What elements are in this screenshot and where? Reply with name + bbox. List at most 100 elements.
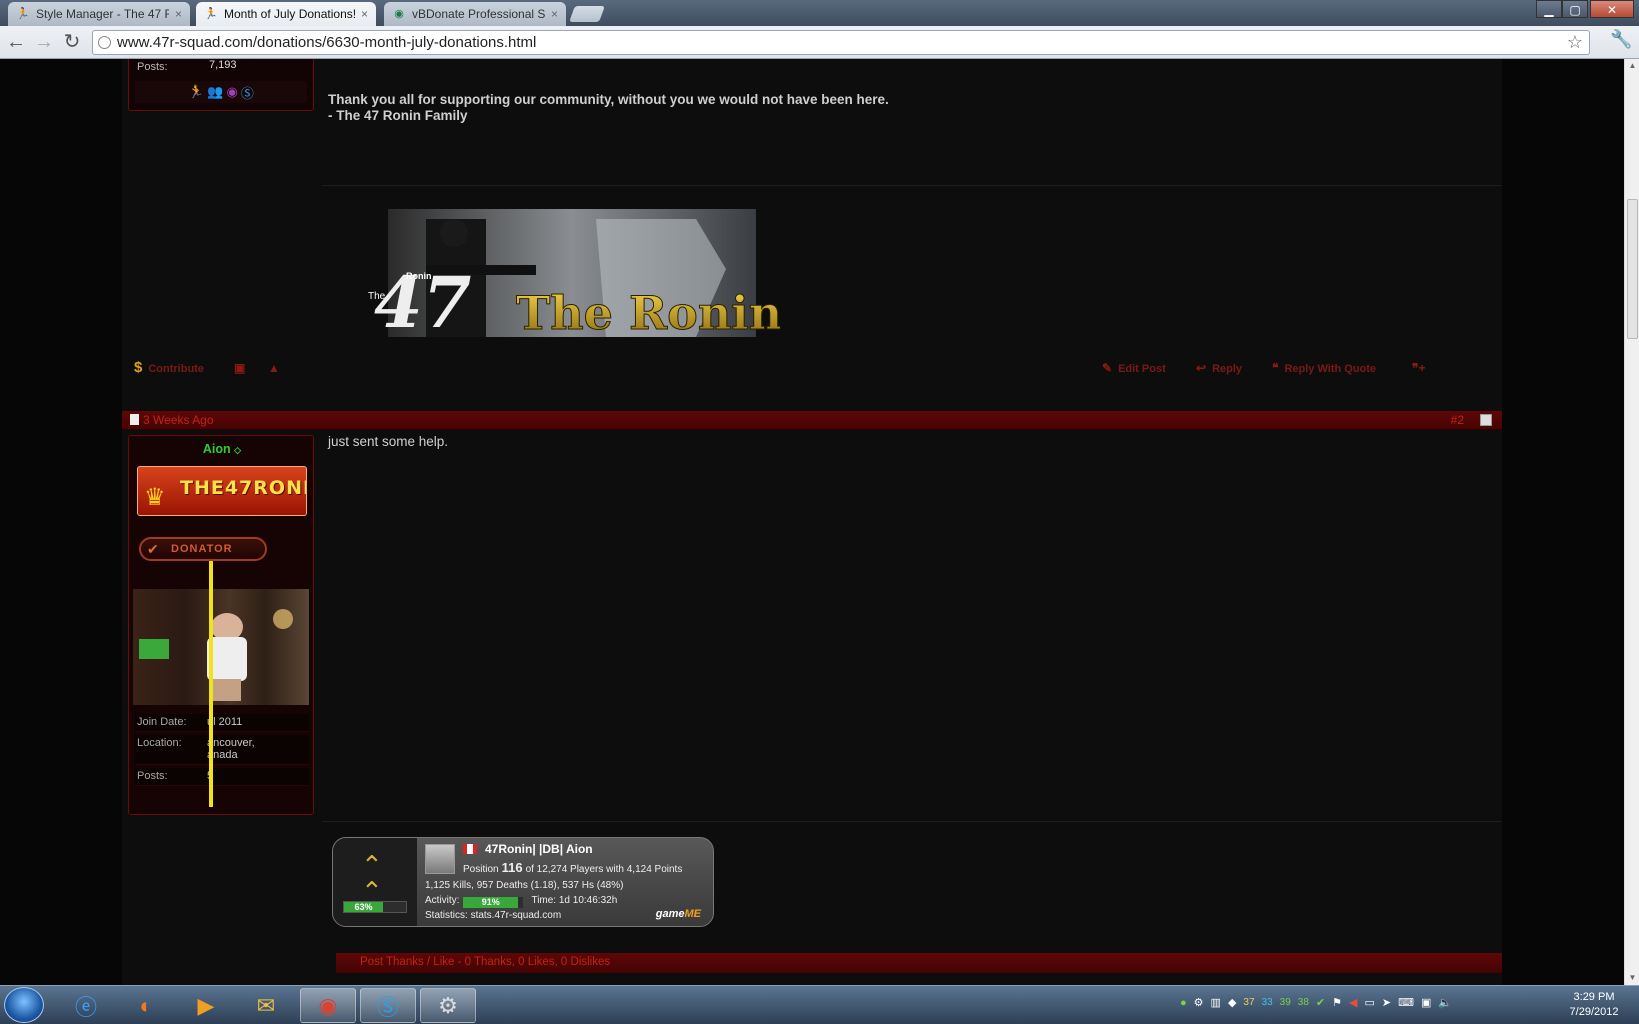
reply-with-quote-label: Reply With Quote bbox=[1284, 363, 1377, 375]
print-button[interactable]: ▣ bbox=[234, 361, 251, 375]
location-label: Location: bbox=[137, 737, 182, 749]
activity-label: Activity: bbox=[425, 895, 460, 906]
tray-temp-3: 39 bbox=[1279, 997, 1291, 1008]
tray-temp-1: 37 bbox=[1243, 997, 1255, 1008]
rank-progress-fill: 63% bbox=[344, 902, 384, 912]
activity-line: Activity: 91% Time: 1d 10:46:32h bbox=[425, 895, 617, 908]
system-tray: ● ⚙ ▥ ◆ 37 33 39 38 ✔ ⚑ ◀ ▭ ➤ ⌨ ▣ 🔈 bbox=[1180, 996, 1452, 1010]
tray-arrow-icon[interactable]: ➤ bbox=[1382, 996, 1391, 1009]
skype-icon[interactable]: Ⓢ bbox=[360, 988, 416, 1023]
scroll-thumb[interactable] bbox=[1627, 199, 1638, 339]
media-player-icon[interactable]: ▶ bbox=[178, 988, 234, 1023]
inline-moderation-checkbox[interactable] bbox=[1480, 414, 1492, 426]
yellow-annotation-line bbox=[209, 561, 213, 807]
tray-app-icon[interactable]: ◆ bbox=[1228, 996, 1236, 1009]
thread-content: Posts: 7,193 🏃 👥 ◉ Ⓢ Thank you all for s… bbox=[122, 59, 1502, 985]
wrench-menu-icon[interactable]: 🔧 bbox=[1610, 29, 1632, 50]
new-tab-button[interactable] bbox=[569, 6, 605, 22]
statistics-link[interactable]: Statistics: stats.47r-squad.com bbox=[425, 910, 561, 921]
user-info-table: Join Date: ul 2011 Location: ancouver, a… bbox=[135, 714, 309, 789]
minimize-button[interactable]: ▁ bbox=[1536, 0, 1562, 18]
tab-month-of-july-donations[interactable]: 🏃 Month of July Donations! × bbox=[196, 2, 376, 26]
internet-explorer-icon[interactable]: ⓔ bbox=[58, 988, 114, 1023]
donator-badge: ✔ DONATOR bbox=[139, 537, 267, 561]
vbdonate-favicon-icon: ◉ bbox=[394, 8, 404, 20]
position-line: Position 116 of 12,274 Players with 4,124 … bbox=[463, 860, 682, 875]
donator-label: DONATOR bbox=[171, 543, 233, 555]
tray-temp-4: 38 bbox=[1297, 997, 1309, 1008]
steam-icon[interactable]: ⚙ bbox=[420, 988, 476, 1023]
reload-icon[interactable]: ↻ bbox=[60, 31, 84, 55]
username-link[interactable]: Aion ◇ bbox=[129, 442, 315, 456]
chrome-icon[interactable]: ◉ bbox=[300, 988, 356, 1023]
location-value: ancouver, anada bbox=[207, 737, 255, 761]
tray-speaker-muted-icon[interactable]: ◀ bbox=[1349, 996, 1357, 1009]
activity-bar: 91% bbox=[463, 897, 524, 908]
scroll-down-arrow-icon[interactable]: ▼ bbox=[1625, 971, 1639, 985]
tray-chat-icon[interactable]: ▭ bbox=[1364, 996, 1374, 1009]
avatar-lamp bbox=[273, 609, 293, 629]
volume-icon[interactable]: 🔈 bbox=[1438, 996, 1452, 1009]
tab-style-manager[interactable]: 🏃 Style Manager - The 47 Ro × bbox=[8, 2, 190, 26]
posts-label: Posts: bbox=[137, 61, 168, 73]
canada-flag-icon bbox=[463, 844, 477, 854]
reply-with-quote-button[interactable]: ❝ Reply With Quote bbox=[1272, 361, 1376, 375]
close-window-button[interactable]: ✕ bbox=[1590, 0, 1634, 18]
posts-value: 7,193 bbox=[209, 59, 237, 71]
tray-check-icon[interactable]: ✔ bbox=[1316, 996, 1325, 1009]
post2-userinfo: Aion ◇ ♛ THE47RONIN ✔ DONATOR Join Date:… bbox=[128, 435, 314, 815]
bookmark-star-icon[interactable]: ☆ bbox=[1567, 31, 1583, 54]
url-text: www.47r-squad.com/donations/6630-month-j… bbox=[117, 34, 537, 51]
tab-title: Month of July Donations! bbox=[224, 7, 355, 21]
thanks-like-text: Post Thanks / Like - 0 Thanks, 0 Likes, … bbox=[360, 956, 611, 968]
quote-icon: ❝ bbox=[1272, 361, 1279, 375]
post2-header: 3 Weeks Ago #2 bbox=[122, 411, 1502, 430]
posts-label: Posts: bbox=[137, 770, 168, 782]
print-icon: ▣ bbox=[234, 361, 246, 375]
post-date-text: 3 Weeks Ago bbox=[143, 413, 214, 427]
location-row: Location: ancouver, anada bbox=[135, 735, 309, 765]
47-ronin-banner: 47 The Ronin The Ronin bbox=[368, 209, 780, 343]
users-icon[interactable]: 👥 bbox=[207, 84, 223, 100]
action-center-flag-icon[interactable]: ⚑ bbox=[1332, 996, 1342, 1009]
online-status-icon[interactable]: 🏃 bbox=[188, 84, 204, 100]
tray-network-icon[interactable]: ▥ bbox=[1211, 996, 1221, 1009]
outlook-icon[interactable]: ✉ bbox=[238, 988, 294, 1023]
address-bar[interactable]: www.47r-squad.com/donations/6630-month-j… bbox=[92, 30, 1590, 55]
user-avatar[interactable] bbox=[133, 589, 309, 705]
page-scrollbar[interactable]: ▲ ▼ bbox=[1624, 59, 1639, 985]
skype-icon[interactable]: Ⓢ bbox=[241, 83, 254, 102]
start-button[interactable] bbox=[4, 987, 44, 1023]
posts-value: 5 bbox=[207, 768, 309, 785]
scroll-up-arrow-icon[interactable]: ▲ bbox=[1625, 59, 1639, 73]
gameme-stats-card[interactable]: ⌃ ⌃ 63% 47Ronin| |DB| Aion Position 116 of … bbox=[332, 837, 714, 927]
back-arrow-icon[interactable]: ← bbox=[4, 31, 28, 55]
firefox-icon[interactable]: ◐ bbox=[118, 988, 174, 1023]
globe-icon bbox=[98, 36, 111, 49]
warning-icon: ▲ bbox=[268, 361, 280, 375]
tab-close-icon[interactable]: × bbox=[361, 7, 368, 21]
forward-arrow-icon[interactable]: → bbox=[32, 31, 56, 55]
keyboard-icon[interactable]: ⌨ bbox=[1398, 996, 1414, 1009]
tray-app-icon[interactable]: ● bbox=[1180, 997, 1187, 1009]
tab-close-icon[interactable]: × bbox=[175, 7, 182, 21]
tab-vbdonate[interactable]: ◉ vBDonate Professional Sup × bbox=[384, 2, 566, 26]
taskbar-clock[interactable]: 3:29 PM 7/29/2012 bbox=[1555, 990, 1633, 1020]
contribute-button[interactable]: $ Contribute bbox=[134, 359, 204, 376]
edit-post-button[interactable]: ✎ Edit Post bbox=[1102, 361, 1166, 375]
yahoo-icon[interactable]: ◉ bbox=[227, 84, 238, 100]
network-icon[interactable]: ▣ bbox=[1421, 996, 1431, 1009]
post-number-link[interactable]: #2 bbox=[1451, 413, 1464, 427]
multiquote-button[interactable]: ❞+ bbox=[1412, 361, 1431, 375]
thanks-like-bar: Post Thanks / Like - 0 Thanks, 0 Likes, … bbox=[336, 953, 1502, 973]
maximize-button[interactable]: ▢ bbox=[1562, 0, 1588, 18]
tray-steam-icon[interactable]: ⚙ bbox=[1194, 996, 1204, 1009]
post1-userinfo: Posts: 7,193 🏃 👥 ◉ Ⓢ bbox=[128, 59, 314, 111]
avatar-legs bbox=[213, 679, 241, 701]
reply-button[interactable]: ↩ Reply bbox=[1196, 361, 1242, 375]
clock-time: 3:29 PM bbox=[1573, 991, 1615, 1003]
report-button[interactable]: ▲ bbox=[268, 361, 286, 375]
gameme-logo-game: game bbox=[655, 908, 685, 920]
tab-close-icon[interactable]: × bbox=[551, 7, 558, 21]
username-text: Aion bbox=[202, 442, 231, 456]
